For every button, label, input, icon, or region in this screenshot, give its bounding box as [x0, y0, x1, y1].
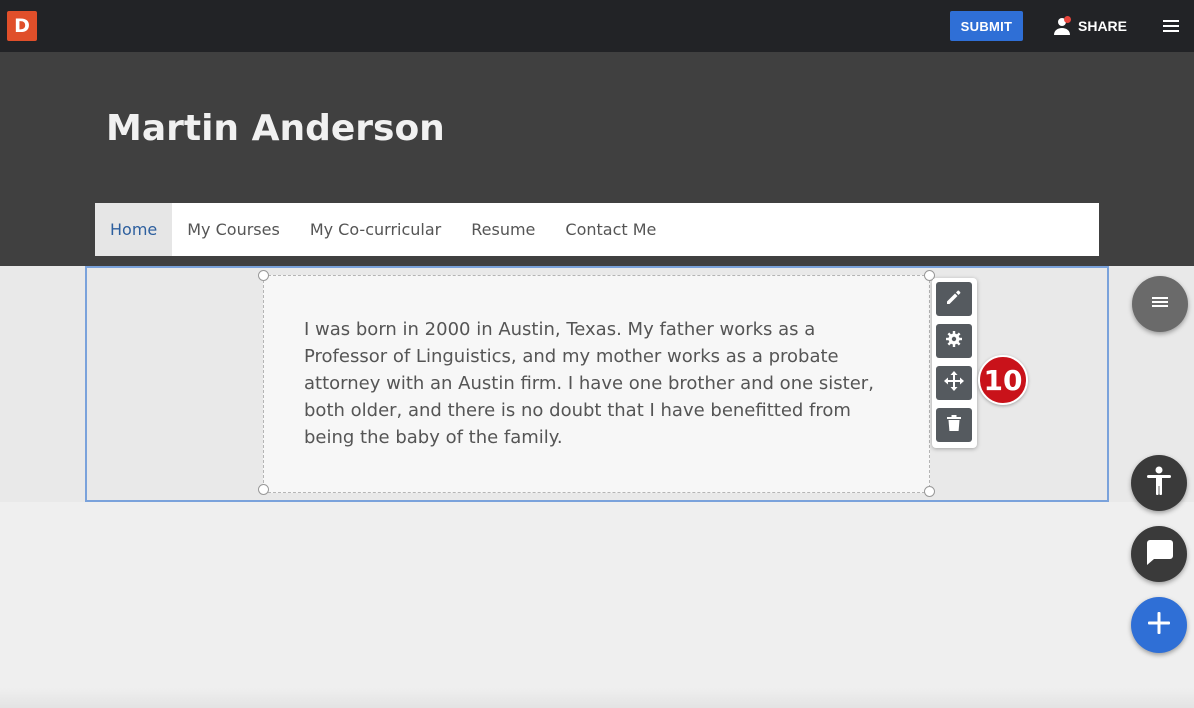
- block-toolbar: [932, 278, 977, 448]
- nav-item-contact-me[interactable]: Contact Me: [550, 203, 671, 256]
- page-bottom-fade: [0, 688, 1194, 708]
- nav-item-resume[interactable]: Resume: [456, 203, 550, 256]
- submit-button[interactable]: SUBMIT: [950, 11, 1023, 41]
- chat-icon: [1144, 538, 1174, 571]
- nav-item-my-courses[interactable]: My Courses: [172, 203, 295, 256]
- hamburger-menu-icon[interactable]: [1159, 14, 1183, 38]
- pencil-icon: [945, 288, 963, 311]
- site-title: Martin Anderson: [106, 108, 445, 149]
- accessibility-button[interactable]: [1131, 455, 1187, 511]
- delete-button[interactable]: [936, 408, 972, 442]
- share-button[interactable]: SHARE: [1052, 13, 1127, 39]
- section-menu-button[interactable]: [1132, 276, 1188, 332]
- chat-button[interactable]: [1131, 526, 1187, 582]
- nav-item-my-co-curricular[interactable]: My Co-curricular: [295, 203, 456, 256]
- site-nav: Home My Courses My Co-curricular Resume …: [95, 203, 1099, 256]
- person-icon: [1052, 16, 1072, 36]
- step-badge: 10: [978, 355, 1028, 405]
- section-menu-icon: [1152, 295, 1168, 314]
- nav-item-home[interactable]: Home: [95, 203, 173, 256]
- trash-icon: [946, 414, 962, 437]
- accessibility-icon: [1145, 466, 1173, 501]
- bio-paragraph[interactable]: I was born in 2000 in Austin, Texas. My …: [304, 316, 884, 451]
- app-logo[interactable]: D: [7, 11, 37, 41]
- text-block[interactable]: I was born in 2000 in Austin, Texas. My …: [263, 275, 930, 493]
- move-icon: [944, 370, 964, 396]
- resize-handle-bottom-left[interactable]: [258, 484, 269, 495]
- settings-button[interactable]: [936, 324, 972, 358]
- share-label: SHARE: [1078, 18, 1128, 34]
- edit-button[interactable]: [936, 282, 972, 316]
- gear-icon: [945, 330, 963, 353]
- plus-icon: [1147, 611, 1171, 640]
- resize-handle-bottom-right[interactable]: [924, 486, 935, 497]
- resize-handle-top-left[interactable]: [258, 270, 269, 281]
- move-button[interactable]: [936, 366, 972, 400]
- add-block-button[interactable]: [1131, 597, 1187, 653]
- notification-dot: [1064, 16, 1071, 23]
- top-bar: D SUBMIT SHARE: [0, 0, 1194, 52]
